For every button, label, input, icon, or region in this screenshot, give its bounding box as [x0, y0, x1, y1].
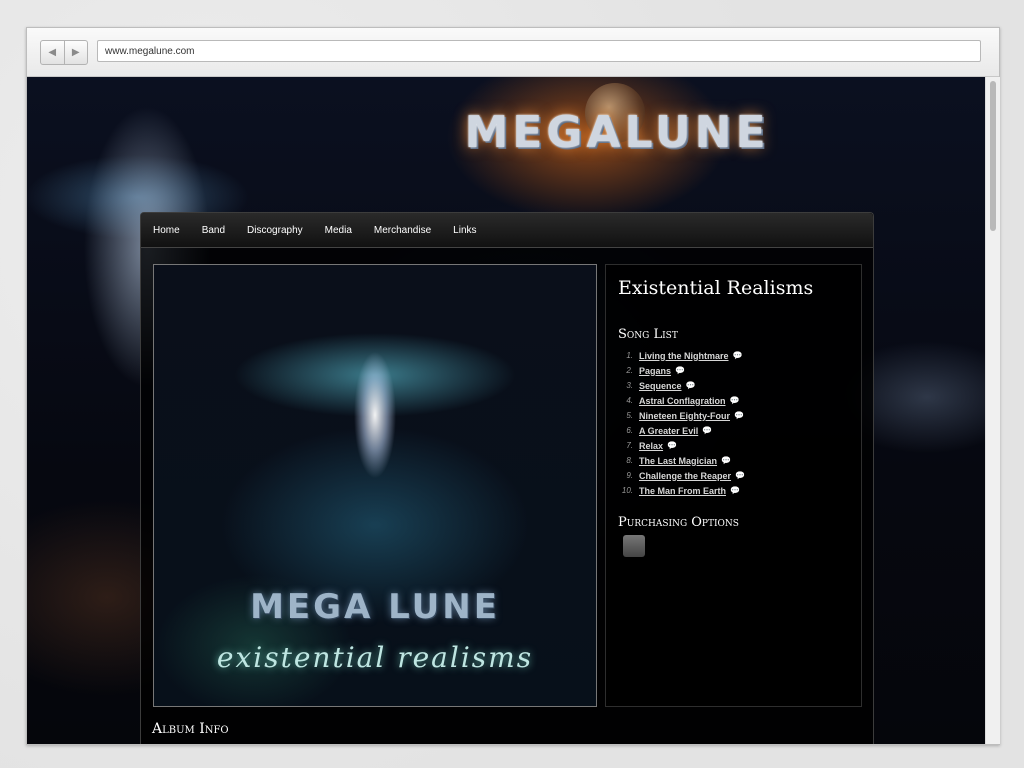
nav-home[interactable]: Home — [153, 225, 180, 236]
comment-icon[interactable]: 💬 — [730, 396, 740, 405]
scrollbar[interactable] — [985, 77, 1000, 744]
cover-band-logo: MEGA LUNE — [250, 587, 500, 627]
cover-album-title: existential realisms — [216, 641, 534, 674]
apple-itunes-icon[interactable] — [623, 535, 645, 557]
song-item: 5. Nineteen Eighty-Four 💬 — [618, 408, 745, 423]
nav-discography[interactable]: Discography — [247, 225, 303, 236]
song-link[interactable]: Relax — [639, 441, 663, 451]
song-item: 9. Challenge the Reaper 💬 — [618, 468, 745, 483]
album-title: Existential Realisms — [618, 277, 814, 299]
web-content: MEGALUNE Home Band Discography Media Mer… — [27, 77, 985, 744]
song-number: 6. — [626, 426, 633, 435]
address-bar[interactable]: www.megalune.com — [97, 40, 981, 62]
comment-icon[interactable]: 💬 — [734, 411, 744, 420]
song-number: 2. — [626, 366, 633, 375]
song-item: 10. The Man From Earth 💬 — [618, 483, 745, 498]
song-number: 10. — [621, 486, 633, 495]
song-number: 9. — [626, 471, 633, 480]
main-nav: Home Band Discography Media Merchandise … — [141, 213, 873, 248]
nav-links[interactable]: Links — [453, 225, 476, 236]
nav-band[interactable]: Band — [202, 225, 225, 236]
song-link[interactable]: Astral Conflagration — [639, 396, 726, 406]
song-item: 4. Astral Conflagration 💬 — [618, 393, 745, 408]
song-link[interactable]: Living the Nightmare — [639, 351, 729, 361]
song-list-heading: Song List — [618, 327, 678, 342]
song-item: 6. A Greater Evil 💬 — [618, 423, 745, 438]
song-number: 8. — [626, 456, 633, 465]
song-item: 8. The Last Magician 💬 — [618, 453, 745, 468]
song-link[interactable]: A Greater Evil — [639, 426, 698, 436]
album-details: Existential Realisms Song List 1. Living … — [605, 264, 862, 707]
song-link[interactable]: The Man From Earth — [639, 486, 726, 496]
song-number: 1. — [626, 351, 633, 360]
song-item: 3. Sequence 💬 — [618, 378, 745, 393]
song-number: 7. — [626, 441, 633, 450]
song-number: 3. — [626, 381, 633, 390]
song-number: 4. — [626, 396, 633, 405]
song-link[interactable]: The Last Magician — [639, 456, 717, 466]
comment-icon[interactable]: 💬 — [733, 351, 743, 360]
album-cover: MEGA LUNE existential realisms — [153, 264, 597, 707]
nav-media[interactable]: Media — [325, 225, 352, 236]
forward-button[interactable]: ▶ — [65, 41, 88, 64]
browser-window: ◀ ▶ www.megalune.com MEGALUNE Home Band … — [26, 27, 1000, 745]
history-buttons: ◀ ▶ — [40, 40, 88, 65]
album-info-heading: Album Info — [152, 721, 229, 737]
song-link[interactable]: Challenge the Reaper — [639, 471, 731, 481]
song-link[interactable]: Sequence — [639, 381, 682, 391]
comment-icon[interactable]: 💬 — [667, 441, 677, 450]
nav-merchandise[interactable]: Merchandise — [374, 225, 431, 236]
content-panel: Home Band Discography Media Merchandise … — [140, 212, 874, 744]
song-item: 2. Pagans 💬 — [618, 363, 745, 378]
comment-icon[interactable]: 💬 — [721, 456, 731, 465]
comment-icon[interactable]: 💬 — [686, 381, 696, 390]
comment-icon[interactable]: 💬 — [730, 486, 740, 495]
song-item: 1. Living the Nightmare 💬 — [618, 348, 745, 363]
song-link[interactable]: Pagans — [639, 366, 671, 376]
site-logo[interactable]: MEGALUNE — [407, 95, 827, 169]
comment-icon[interactable]: 💬 — [735, 471, 745, 480]
purchasing-heading: Purchasing Options — [618, 515, 739, 530]
song-list: 1. Living the Nightmare 💬 2. Pagans 💬 3. Sequ… — [618, 348, 745, 498]
scrollbar-thumb[interactable] — [990, 81, 996, 231]
song-link[interactable]: Nineteen Eighty-Four — [639, 411, 730, 421]
comment-icon[interactable]: 💬 — [702, 426, 712, 435]
comment-icon[interactable]: 💬 — [675, 366, 685, 375]
song-item: 7. Relax 💬 — [618, 438, 745, 453]
browser-toolbar: ◀ ▶ www.megalune.com — [27, 28, 999, 77]
back-button[interactable]: ◀ — [41, 41, 65, 64]
song-number: 5. — [626, 411, 633, 420]
